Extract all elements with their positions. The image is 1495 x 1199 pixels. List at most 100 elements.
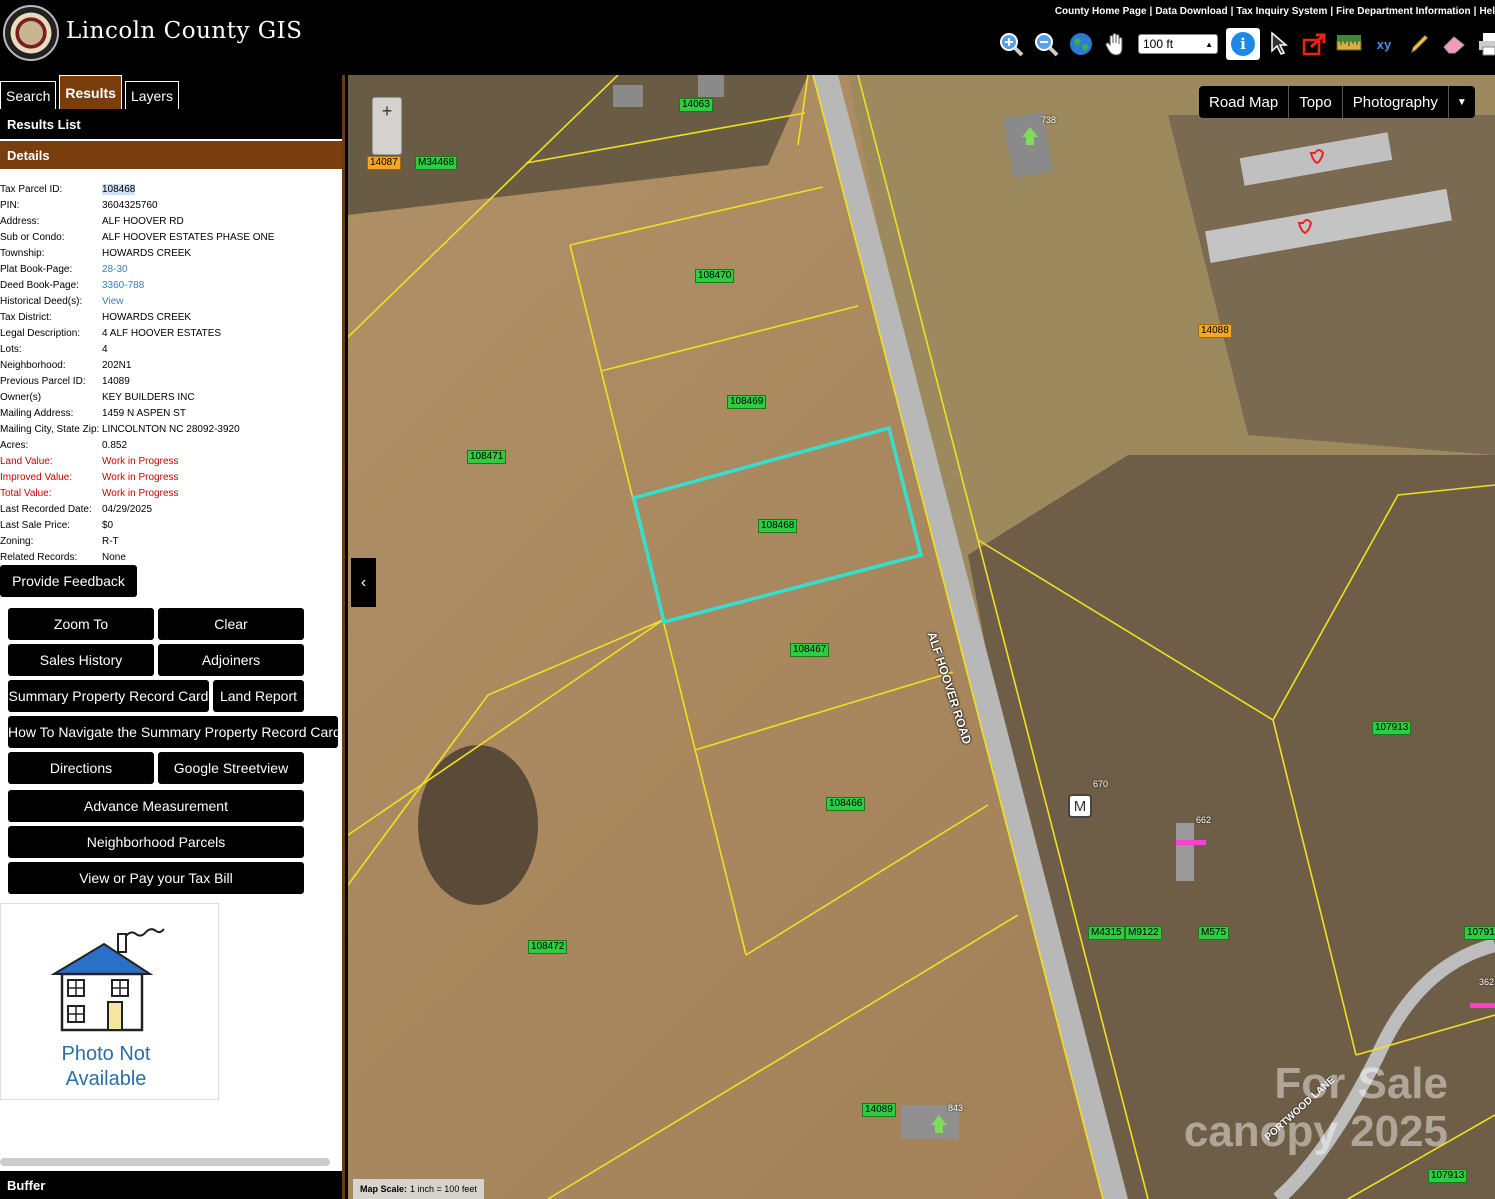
- address-number: 670: [1093, 779, 1109, 789]
- parcel-label[interactable]: 10791: [1464, 926, 1495, 940]
- detail-label: Related Records:: [0, 551, 78, 563]
- detail-value: KEY BUILDERS INC: [102, 391, 195, 403]
- detail-row: Land Value: Work in Progress: [0, 453, 342, 469]
- scale-select[interactable]: 100 ft ▲: [1138, 34, 1218, 54]
- detail-label: Total Value:: [0, 487, 52, 499]
- zoom-plus-icon[interactable]: +: [373, 101, 401, 122]
- building: [1176, 823, 1194, 881]
- tab-layers[interactable]: Layers: [124, 81, 179, 109]
- parcel-label[interactable]: 14063: [679, 98, 713, 112]
- google-streetview-button[interactable]: Google Streetview: [158, 752, 304, 784]
- detail-value: Work in Progress: [102, 455, 179, 467]
- parcel-label[interactable]: 108466: [826, 797, 866, 811]
- link-fire-dept[interactable]: Fire Department Information: [1336, 6, 1470, 17]
- detail-label: Last Sale Price:: [0, 519, 71, 531]
- parcel-label[interactable]: M4315: [1088, 926, 1125, 940]
- parcel-label[interactable]: M9122: [1125, 926, 1162, 940]
- identify-tool-button[interactable]: i: [1226, 28, 1260, 60]
- select-arrows-icon: ▲: [1205, 39, 1213, 49]
- horizontal-scrollbar[interactable]: [0, 1158, 330, 1166]
- detail-label: Mailing Address:: [0, 407, 74, 419]
- sales-history-button[interactable]: Sales History: [8, 644, 154, 676]
- advance-measurement-button[interactable]: Advance Measurement: [8, 790, 304, 822]
- neighborhood-parcels-button[interactable]: Neighborhood Parcels: [8, 826, 304, 858]
- parcel-label[interactable]: 107913: [1372, 721, 1412, 735]
- tab-search[interactable]: Search: [0, 81, 57, 109]
- pan-hand-icon[interactable]: [1101, 29, 1131, 59]
- select-arrow-icon[interactable]: [1264, 29, 1294, 59]
- county-seal-logo[interactable]: [3, 5, 59, 61]
- parcel-label[interactable]: 14089: [862, 1103, 896, 1117]
- summary-card-button[interactable]: Summary Property Record Card: [8, 680, 209, 712]
- link-tax-inquiry[interactable]: Tax Inquiry System: [1236, 6, 1327, 17]
- map-view[interactable]: 14063 14087 M34468 108470 108469 108471 …: [348, 75, 1495, 1199]
- zoom-out-icon[interactable]: [1031, 29, 1061, 59]
- how-to-navigate-button[interactable]: How To Navigate the Summary Property Rec…: [8, 716, 338, 748]
- detail-label: Plat Book-Page:: [0, 263, 73, 275]
- parcel-label[interactable]: 108471: [467, 450, 507, 464]
- detail-label: Acres:: [0, 439, 29, 451]
- parcel-label-selected[interactable]: 108468: [758, 519, 798, 533]
- parcel-label[interactable]: 108467: [790, 643, 830, 657]
- parcel-label[interactable]: 14088: [1198, 324, 1232, 338]
- detail-row: Historical Deed(s): View: [0, 293, 342, 309]
- watermark-line: For Sale: [1274, 1059, 1448, 1108]
- eraser-icon[interactable]: [1439, 29, 1469, 59]
- share-icon[interactable]: [1299, 29, 1329, 59]
- parcel-label[interactable]: M575: [1198, 926, 1230, 940]
- parcel-label[interactable]: 108469: [727, 395, 767, 409]
- plat-book-link[interactable]: 28-30: [102, 264, 128, 275]
- adjoiners-button[interactable]: Adjoiners: [158, 644, 304, 676]
- tab-results[interactable]: Results: [59, 75, 122, 109]
- parcel-label[interactable]: 108470: [695, 269, 735, 283]
- directions-button[interactable]: Directions: [8, 752, 154, 784]
- deed-book-link[interactable]: 3360-788: [102, 280, 144, 291]
- detail-value: ALF HOOVER RD: [102, 215, 184, 227]
- historical-deeds-link[interactable]: View: [102, 296, 124, 307]
- tax-bill-button[interactable]: View or Pay your Tax Bill: [8, 862, 304, 894]
- basemap-photography[interactable]: Photography: [1343, 86, 1449, 118]
- xy-coordinate-icon[interactable]: xy: [1369, 29, 1399, 59]
- zoom-slider[interactable]: +: [372, 97, 402, 155]
- detail-value: HOWARDS CREEK: [102, 311, 192, 323]
- detail-label: Tax Parcel ID:: [0, 183, 63, 195]
- address-number: 738: [1041, 115, 1057, 125]
- details-header[interactable]: Details: [0, 139, 342, 169]
- detail-label: Tax District:: [0, 311, 52, 323]
- provide-feedback-button[interactable]: Provide Feedback: [0, 565, 137, 597]
- detail-row: Legal Description: 4 ALF HOOVER ESTATES: [0, 325, 342, 341]
- detail-row: Mailing Address: 1459 N ASPEN ST: [0, 405, 342, 421]
- building: [613, 85, 643, 107]
- parcel-label[interactable]: M34468: [415, 156, 458, 170]
- basemap-road-map[interactable]: Road Map: [1199, 86, 1290, 118]
- detail-label: Mailing City, State Zip:: [0, 423, 100, 435]
- results-list-header[interactable]: Results List: [0, 109, 342, 139]
- link-data-download[interactable]: Data Download: [1155, 6, 1227, 17]
- parcel-label[interactable]: 108472: [528, 940, 568, 954]
- link-county-home[interactable]: County Home Page: [1055, 6, 1147, 17]
- photo-text-line: Available: [65, 1068, 147, 1090]
- link-help[interactable]: Hel: [1479, 6, 1495, 17]
- measure-ruler-icon[interactable]: [1334, 29, 1364, 59]
- aerial-map-canvas[interactable]: [348, 75, 1495, 1199]
- parcel-details-table: Tax Parcel ID: 108468 PIN: 3604325760 Addr…: [0, 181, 342, 565]
- watermark-line: canopy 2025: [1183, 1107, 1448, 1156]
- globe-icon[interactable]: [1066, 29, 1096, 59]
- basemap-dropdown-icon[interactable]: ▼: [1449, 86, 1475, 118]
- parcel-label[interactable]: 107913: [1428, 1169, 1468, 1183]
- print-icon[interactable]: [1474, 29, 1495, 59]
- basemap-topo[interactable]: Topo: [1289, 86, 1343, 118]
- buffer-header[interactable]: Buffer: [0, 1171, 342, 1199]
- parcel-label[interactable]: 14087: [367, 156, 401, 170]
- zoom-in-icon[interactable]: [996, 29, 1026, 59]
- detail-row: Zoning: R-T: [0, 533, 342, 549]
- map-scale-readout: Map Scale: 1 inch = 100 feet: [353, 1179, 484, 1199]
- pencil-icon[interactable]: [1404, 29, 1434, 59]
- map-marker-m[interactable]: M: [1068, 794, 1092, 818]
- zoom-to-button[interactable]: Zoom To: [8, 608, 154, 640]
- clear-button[interactable]: Clear: [158, 608, 304, 640]
- detail-row: Total Value: Work in Progress: [0, 485, 342, 501]
- collapse-sidebar-button[interactable]: ‹: [351, 558, 376, 607]
- detail-row: Related Records: None: [0, 549, 342, 565]
- land-report-button[interactable]: Land Report: [213, 680, 304, 712]
